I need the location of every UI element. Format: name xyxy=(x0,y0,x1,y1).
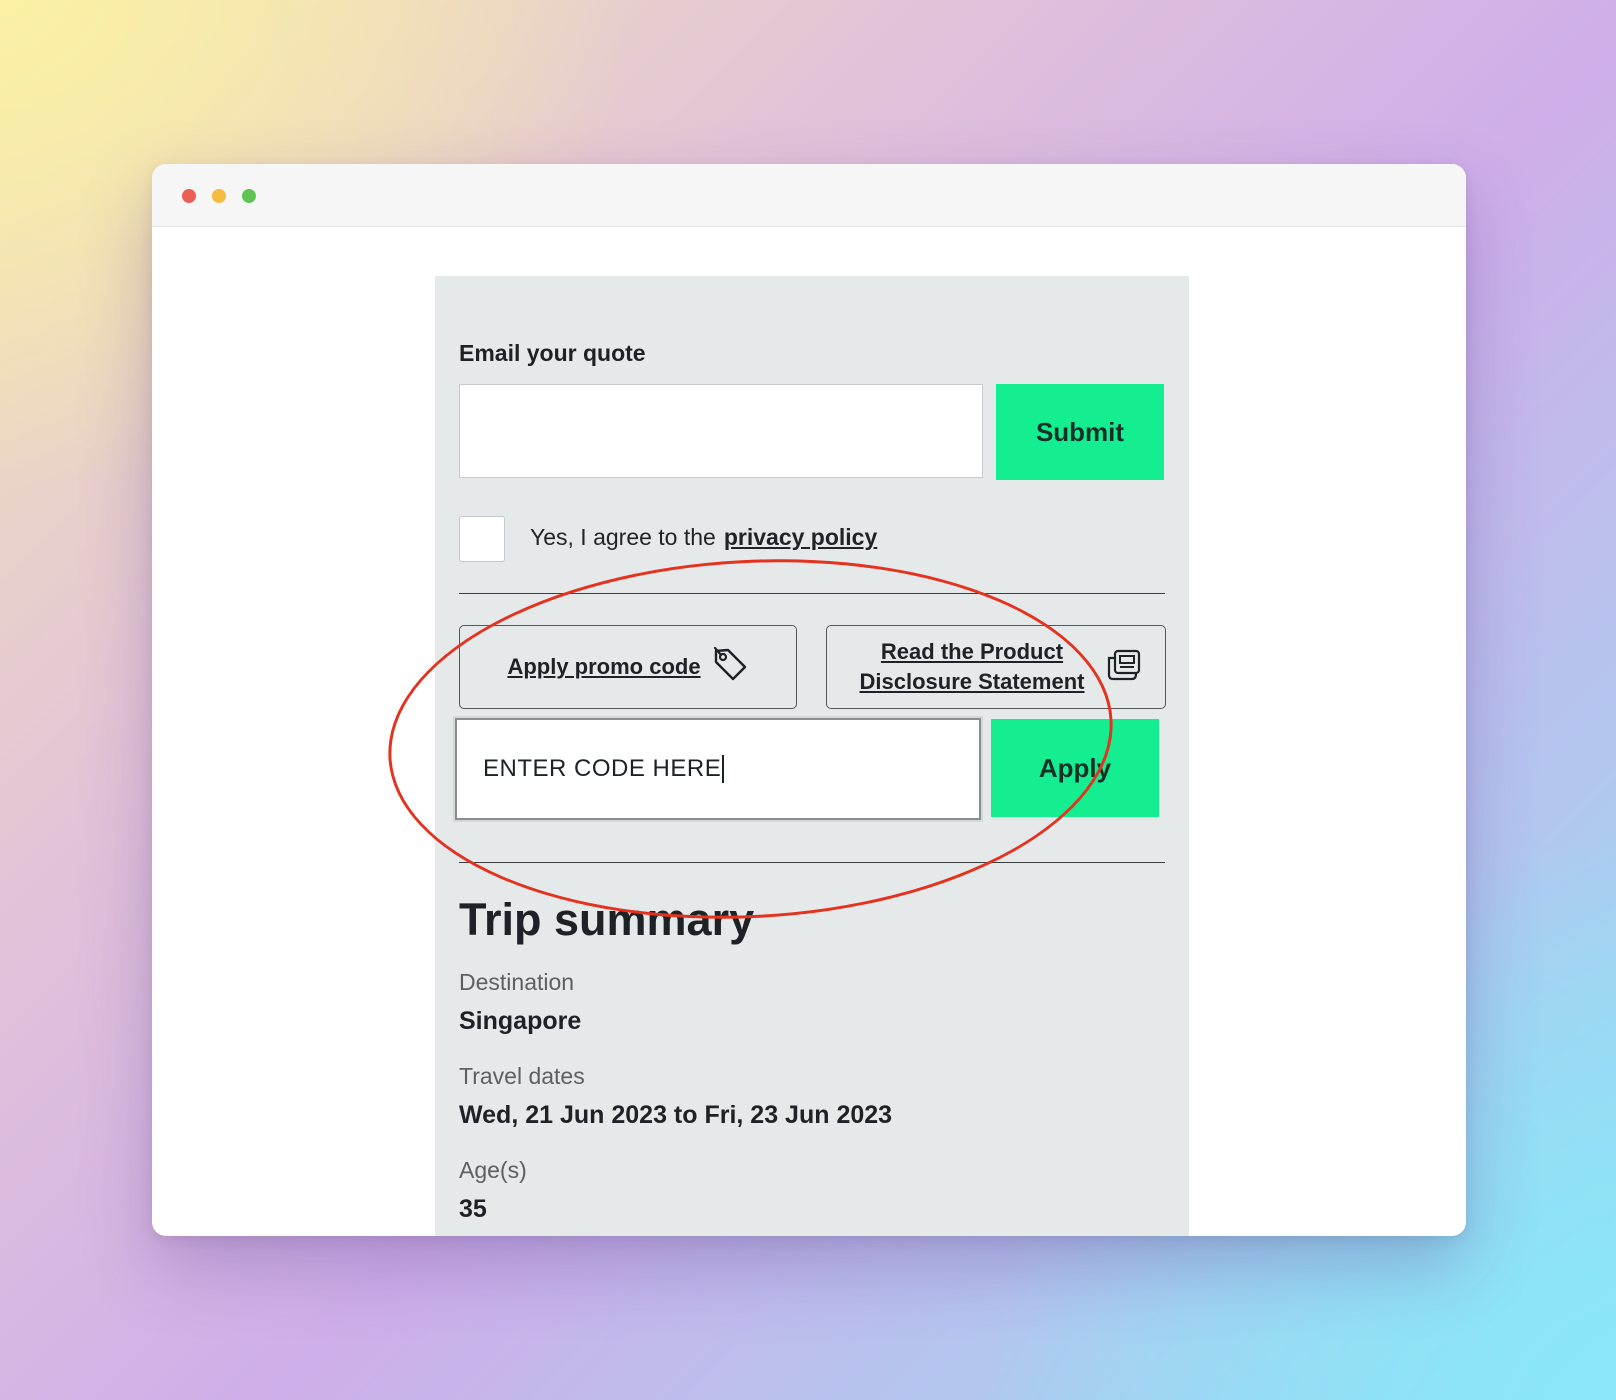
privacy-checkbox[interactable] xyxy=(459,516,505,562)
agree-text: Yes, I agree to the xyxy=(530,524,716,550)
ages-label: Age(s) xyxy=(459,1157,527,1183)
tag-icon xyxy=(711,646,749,689)
apply-promo-code-button[interactable]: Apply promo code xyxy=(459,625,797,709)
travel-dates-label: Travel dates xyxy=(459,1063,585,1089)
privacy-policy-link[interactable]: privacy policy xyxy=(724,524,877,550)
promo-button-label: Apply promo code xyxy=(507,654,701,679)
quote-panel: Email your quote Submit Yes, I agree to … xyxy=(435,276,1189,1236)
minimize-window-button[interactable] xyxy=(212,189,226,203)
apply-code-button[interactable]: Apply xyxy=(991,719,1159,817)
text-caret xyxy=(722,755,725,783)
read-pds-button[interactable]: Read the Product Disclosure Statement xyxy=(826,625,1166,709)
maximize-window-button[interactable] xyxy=(242,189,256,203)
document-icon xyxy=(1104,648,1142,687)
destination-value: Singapore xyxy=(459,1007,582,1035)
divider xyxy=(459,862,1165,863)
divider xyxy=(459,593,1165,594)
trip-summary-title: Trip summary xyxy=(459,894,755,945)
email-quote-label: Email your quote xyxy=(459,340,646,366)
email-field[interactable] xyxy=(459,384,983,478)
privacy-agree-label: Yes, I agree to the privacy policy xyxy=(530,524,877,551)
travel-dates-value: Wed, 21 Jun 2023 to Fri, 23 Jun 2023 xyxy=(459,1101,893,1129)
pds-label-line1: Read the Product xyxy=(880,639,1064,664)
promo-code-input[interactable]: ENTER CODE HERE xyxy=(455,718,981,820)
ages-value: 35 xyxy=(459,1195,487,1223)
browser-window: Email your quote Submit Yes, I agree to … xyxy=(152,164,1466,1236)
window-titlebar xyxy=(152,164,1466,227)
pds-button-label: Read the Product Disclosure Statement xyxy=(860,637,1085,697)
close-window-button[interactable] xyxy=(182,189,196,203)
pds-label-line2: Disclosure Statement xyxy=(859,669,1085,694)
promo-code-value: ENTER CODE HERE xyxy=(483,755,722,782)
destination-label: Destination xyxy=(459,969,575,995)
submit-button[interactable]: Submit xyxy=(996,384,1164,480)
